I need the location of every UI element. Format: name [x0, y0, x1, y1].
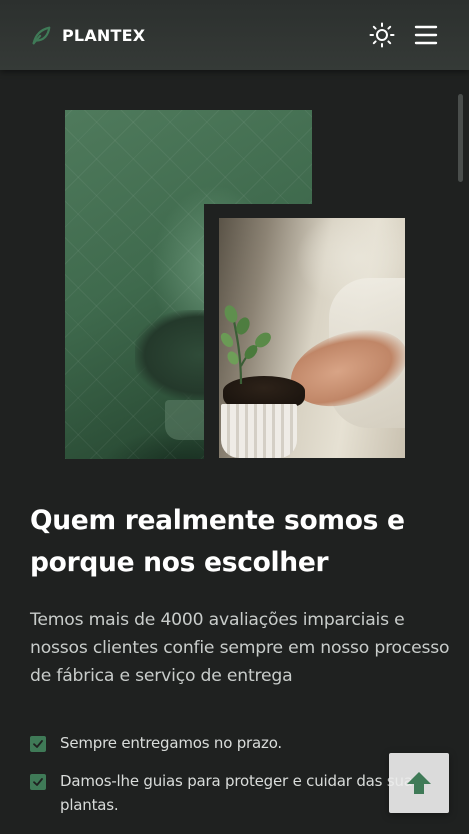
about-description: Temos mais de 4000 avaliações imparciais…	[30, 610, 450, 686]
sun-icon[interactable]	[369, 22, 395, 48]
check-box-icon	[30, 774, 46, 790]
scrollbar-thumb[interactable]	[458, 94, 463, 182]
about-title: Quem realmente somos e porque nos escolh…	[30, 505, 405, 578]
site-header: PLANTEX	[0, 0, 469, 70]
list-item: Sempre entregamos no prazo.	[30, 731, 440, 755]
check-box-icon	[30, 736, 46, 752]
scroll-to-top-button[interactable]	[389, 753, 449, 813]
brand-name: PLANTEX	[62, 25, 146, 45]
hamburger-menu-icon[interactable]	[414, 23, 438, 47]
about-feature-list: Sempre entregamos no prazo. Damos-lhe gu…	[30, 731, 440, 831]
brand-logo[interactable]: PLANTEX	[30, 22, 145, 48]
about-image-secondary	[219, 218, 405, 458]
list-item-text: Damos-lhe guias para proteger e cuidar d…	[60, 772, 421, 814]
list-item: Damos-lhe guias para proteger e cuidar d…	[30, 769, 440, 817]
leaf-icon	[32, 26, 51, 45]
list-item-text: Sempre entregamos no prazo.	[60, 734, 282, 752]
arrow-up-icon	[407, 772, 431, 794]
